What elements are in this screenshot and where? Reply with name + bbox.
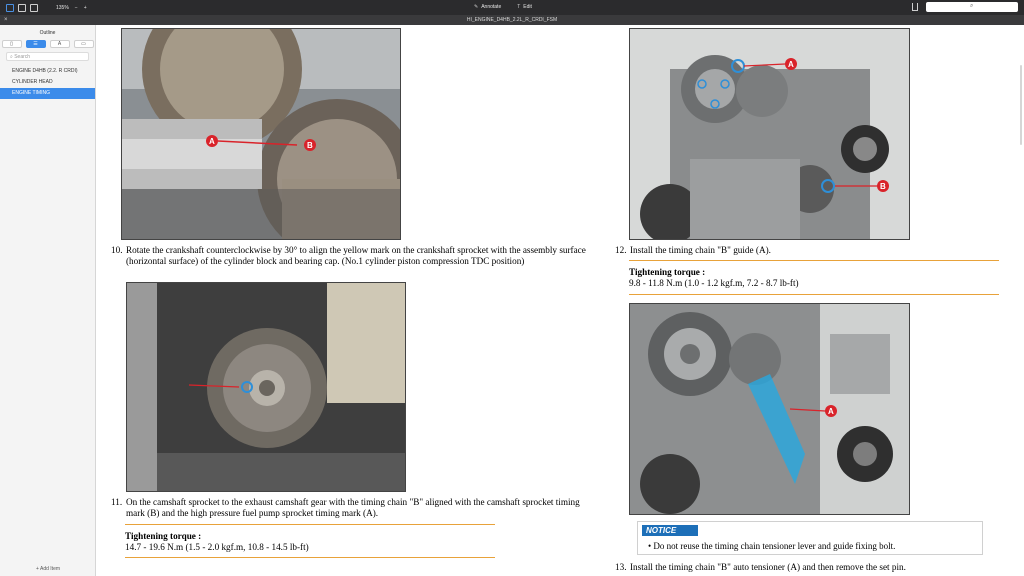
outline-item-cylinder-head[interactable]: CYLINDER HEAD [0, 77, 95, 88]
document-titlebar: × HI_ENGINE_D4HB_2.2L_R_CRDI_FSM [0, 15, 1024, 25]
callout-a: A [788, 60, 794, 69]
add-item-button[interactable]: + Add Item [0, 566, 96, 572]
pen-icon: ✎ [474, 4, 479, 10]
photo-crankshaft-gears: A B [121, 28, 401, 240]
outline-search-placeholder: Search [14, 54, 31, 60]
photo-timing-chain-guide: A B [629, 28, 910, 240]
photo-timing-chain-tensioner: A [629, 303, 910, 515]
zoom-in-button[interactable]: + [84, 5, 87, 11]
torque-value-11: 14.7 - 19.6 N.m (1.5 - 2.0 kgf.m, 10.8 -… [125, 542, 309, 552]
step-text: Install the timing chain "B" auto tensio… [630, 562, 906, 572]
step-number: 11. [111, 497, 123, 507]
photo-crankshaft-sprocket [126, 282, 406, 492]
magnifier-icon: ⌕ [970, 3, 974, 9]
close-tab-icon[interactable]: × [4, 15, 8, 25]
step-text: Install the timing chain "B" guide (A). [630, 245, 771, 255]
torque-title-12: Tightening torque : [629, 267, 706, 277]
zoom-out-button[interactable]: − [75, 5, 78, 11]
torque-title-11: Tightening torque : [125, 531, 202, 541]
notice-badge: NOTICE [642, 525, 698, 536]
scrollbar[interactable] [1020, 65, 1022, 145]
grid-view-icon[interactable] [18, 3, 26, 12]
step-10: 10. Rotate the crankshaft counterclockwi… [111, 245, 591, 267]
outline-item-engine-timing[interactable]: ENGINE TIMING [0, 88, 95, 99]
step-13: 13. Install the timing chain "B" auto te… [615, 562, 1015, 573]
annotations-tab-icon[interactable]: A [49, 40, 70, 48]
torque-rule-top [125, 524, 495, 525]
outline-list: ENGINE D4HB (2.2. R CRDI) CYLINDER HEAD … [0, 66, 95, 99]
text-edit-icon: T [517, 4, 521, 10]
outline-item-engine[interactable]: ENGINE D4HB (2.2. R CRDI) [0, 66, 95, 77]
annotate-button[interactable]: ✎ Annotate [474, 4, 501, 10]
outline-sidebar: Outline ▯ ☰ A ▭ ⌕ Search ENGINE D4HB (2.… [0, 25, 96, 576]
annotate-label: Annotate [481, 4, 502, 10]
document-filename: HI_ENGINE_D4HB_2.2L_R_CRDI_FSM [466, 17, 558, 23]
edit-label: Edit [523, 4, 532, 10]
callout-a: A [828, 407, 834, 416]
step-text: Rotate the crankshaft counterclockwise b… [126, 245, 586, 266]
sidebar-toggle-icon[interactable] [6, 3, 14, 12]
step-number: 10. [111, 245, 123, 255]
outline-tab-icon[interactable]: ☰ [25, 40, 46, 48]
edit-button[interactable]: T Edit [517, 4, 532, 10]
torque-rule-top [629, 260, 999, 261]
bookmark-tab-icon[interactable]: ▯ [1, 40, 22, 48]
share-icon[interactable] [912, 3, 918, 11]
torque-value-12: 9.8 - 11.8 N.m (1.0 - 1.2 kgf.m, 7.2 - 8… [629, 278, 799, 288]
step-number: 12. [615, 245, 627, 255]
step-12: 12. Install the timing chain "B" guide (… [615, 245, 1015, 256]
step-text: On the camshaft sprocket to the exhaust … [126, 497, 580, 518]
top-toolbar: 135% − + ✎ Annotate T Edit ⌕ [0, 0, 1024, 15]
document-page: A B 10. Rotate the crankshaft counterclo… [97, 25, 1024, 576]
callout-b: B [307, 141, 313, 150]
notice-box: NOTICE • Do not reuse the timing chain t… [637, 521, 983, 555]
sidebar-title: Outline [39, 30, 56, 36]
notice-text: • Do not reuse the timing chain tensione… [648, 541, 896, 551]
torque-rule-bottom [125, 557, 495, 558]
torque-rule-bottom [629, 294, 999, 295]
thumbnails-tab-icon[interactable]: ▭ [73, 40, 94, 48]
page-view-icon[interactable] [30, 3, 38, 12]
search-input[interactable]: ⌕ [926, 2, 1018, 12]
outline-search-input[interactable]: ⌕ Search [6, 52, 89, 61]
callout-b: B [880, 182, 886, 191]
zoom-level[interactable]: 135% [56, 5, 69, 11]
callout-a: A [209, 137, 215, 146]
step-11: 11. On the camshaft sprocket to the exha… [111, 497, 591, 519]
step-number: 13. [615, 562, 627, 572]
